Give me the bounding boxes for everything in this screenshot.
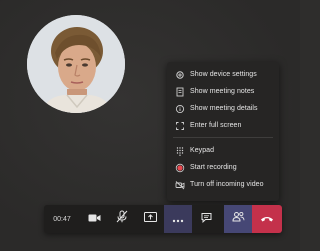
call-stage: Show device settings Show meeting notes … xyxy=(0,0,300,251)
share-icon xyxy=(143,210,157,228)
menu-item-keypad[interactable]: Keypad xyxy=(167,142,279,159)
menu-item-turn-off-incoming-video[interactable]: Turn off incoming video xyxy=(167,176,279,193)
menu-item-label: Show meeting notes xyxy=(190,88,255,95)
menu-item-label: Show device settings xyxy=(190,71,257,78)
menu-divider xyxy=(173,137,273,138)
record-icon xyxy=(175,163,185,173)
menu-item-label: Enter full screen xyxy=(190,122,242,129)
participant-avatar xyxy=(27,15,125,113)
hang-up-button[interactable] xyxy=(252,205,282,233)
info-icon xyxy=(175,104,185,114)
gear-icon xyxy=(175,70,185,80)
share-button[interactable] xyxy=(136,205,164,233)
keypad-icon xyxy=(175,146,185,156)
call-timer: 00:47 xyxy=(53,215,71,223)
notes-icon xyxy=(175,87,185,97)
menu-item-meeting-notes[interactable]: Show meeting notes xyxy=(167,83,279,100)
menu-item-meeting-details[interactable]: Show meeting details xyxy=(167,100,279,117)
call-controls-toolbar: 00:47 xyxy=(44,205,282,233)
chat-icon xyxy=(201,210,212,228)
video-off-icon xyxy=(175,180,185,190)
phone-hangup-icon xyxy=(260,210,274,228)
mic-off-icon xyxy=(116,210,128,228)
people-icon xyxy=(231,210,245,228)
camera-icon xyxy=(88,210,101,228)
camera-button[interactable] xyxy=(80,205,108,233)
menu-item-start-recording[interactable]: Start recording xyxy=(167,159,279,176)
mute-button[interactable] xyxy=(108,205,136,233)
participants-button[interactable] xyxy=(224,205,252,233)
menu-item-full-screen[interactable]: Enter full screen xyxy=(167,117,279,134)
fullscreen-icon xyxy=(175,121,185,131)
more-icon xyxy=(172,210,184,228)
chat-button[interactable] xyxy=(192,205,220,233)
menu-item-device-settings[interactable]: Show device settings xyxy=(167,66,279,83)
menu-item-label: Turn off incoming video xyxy=(190,181,264,188)
menu-item-label: Keypad xyxy=(190,147,215,154)
more-actions-menu: Show device settings Show meeting notes … xyxy=(167,62,279,201)
menu-item-label: Start recording xyxy=(190,164,237,171)
more-actions-button[interactable] xyxy=(164,205,192,233)
menu-item-label: Show meeting details xyxy=(190,105,258,112)
